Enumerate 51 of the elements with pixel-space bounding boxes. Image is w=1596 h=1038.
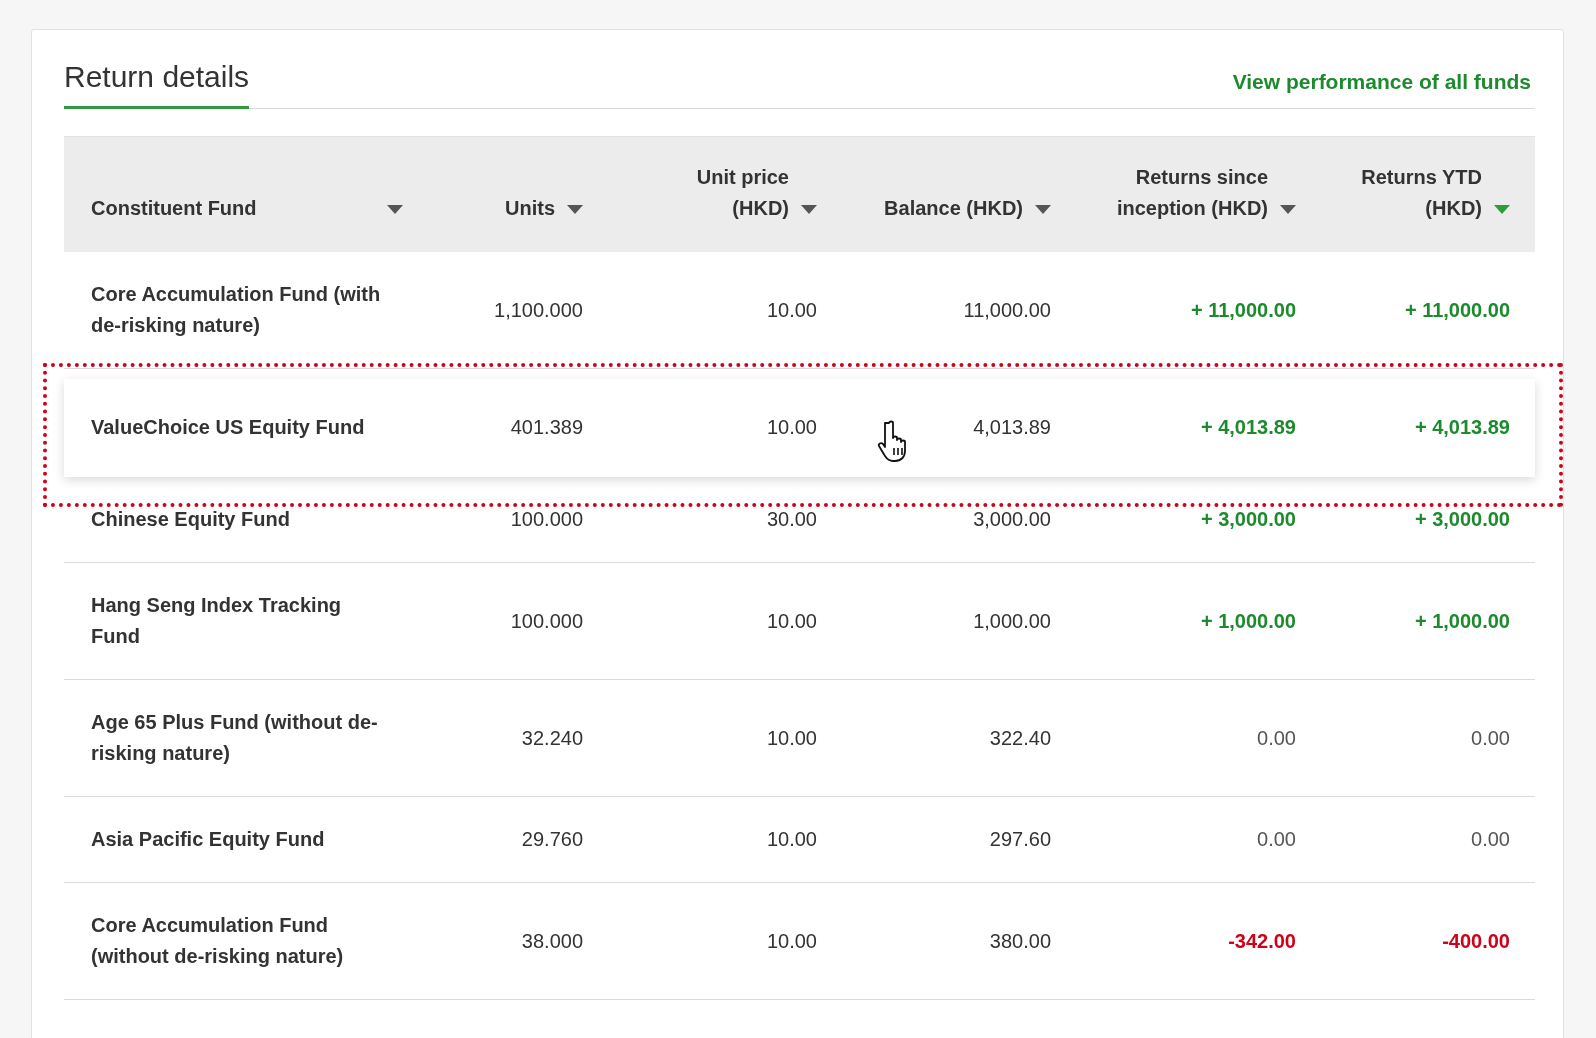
fund-name: Core Accumulation Fund (without de-risking nature) <box>90 913 345 969</box>
unit-price-cell-text: 10.00 <box>766 415 817 440</box>
units-cell-text: 38.000 <box>521 928 583 954</box>
returns-cell-text: 0.00 <box>1257 827 1296 852</box>
view-performance-link[interactable]: View performance of all funds <box>1232 70 1531 108</box>
returns-cell-text: + 1,000.00 <box>1200 608 1296 634</box>
unit-price-cell-text: 10.00 <box>766 725 817 751</box>
units-cell-text: 32.240 <box>521 725 583 751</box>
units-cell-text: 100.000 <box>510 507 583 532</box>
unit-price-cell-text: 10.00 <box>766 608 817 634</box>
unit-price-cell-text: 10.00 <box>766 827 817 852</box>
returns-cell-text: 0.00 <box>1257 725 1296 751</box>
column-header[interactable]: Constituent Fund <box>64 137 411 252</box>
balance-cell-text: 322.40 <box>989 725 1051 751</box>
units-cell-text: 1,100.000 <box>494 297 583 323</box>
fund-name: Chinese Equity Fund <box>90 507 291 532</box>
unit-price-cell-text: 10.00 <box>766 928 817 954</box>
fund-name: Asia Pacific Equity Fund <box>90 827 326 852</box>
returns-cell-text: 0.00 <box>1471 827 1510 852</box>
returns-cell-text: + 11,000.00 <box>1190 297 1296 323</box>
column-header[interactable]: Unit price (HKD) <box>583 137 817 252</box>
fund-name: ValueChoice US Equity Fund <box>90 415 366 440</box>
returns-cell-text: + 1,000.00 <box>1414 608 1510 634</box>
returns-cell-text: -342.00 <box>1228 928 1296 954</box>
returns-cell-text: + 3,000.00 <box>1414 507 1510 532</box>
balance-cell-text: 1,000.00 <box>973 608 1051 634</box>
returns-cell-text: + 4,013.89 <box>1200 415 1296 440</box>
column-header[interactable]: Units <box>411 137 583 252</box>
unit-price-cell-text: 30.00 <box>766 507 817 532</box>
fund-name: Hang Seng Index Tracking Fund <box>90 593 343 649</box>
column-header[interactable]: Returns since inception (HKD) <box>1051 137 1296 252</box>
column-header[interactable]: Balance (HKD) <box>817 137 1051 252</box>
highlighted-row[interactable]: ValueChoice US Equity Fund 401.389 10.00 4,013.89 + 4,013.89 + 4,013.89 <box>64 379 1535 477</box>
units-cell-text: 29.760 <box>521 827 583 852</box>
returns-cell-text: 0.00 <box>1471 725 1510 751</box>
returns-cell-text: + 11,000.00 <box>1404 297 1510 323</box>
returns-cell-text: + 4,013.89 <box>1414 415 1510 440</box>
fund-name: Age 65 Plus Fund (without de-risking nature) <box>90 710 379 766</box>
returns-cell-text: -400.00 <box>1442 928 1510 954</box>
balance-cell-text: 297.60 <box>989 827 1051 852</box>
returns-cell-text: + 3,000.00 <box>1200 507 1296 532</box>
balance-cell-text: 11,000.00 <box>963 297 1051 323</box>
units-cell-text: 100.000 <box>510 608 583 634</box>
unit-price-cell-text: 10.00 <box>766 297 817 323</box>
units-cell-text: 401.389 <box>510 415 583 440</box>
section-tab[interactable]: Return details <box>64 60 250 109</box>
balance-cell-text: 380.00 <box>989 928 1051 954</box>
column-header[interactable]: Returns YTD (HKD) <box>1296 137 1510 252</box>
balance-cell-text: 3,000.00 <box>973 507 1051 532</box>
fund-name: Core Accumulation Fund (with de-risking nature) <box>90 282 382 338</box>
balance-cell-text: 4,013.89 <box>973 415 1051 440</box>
